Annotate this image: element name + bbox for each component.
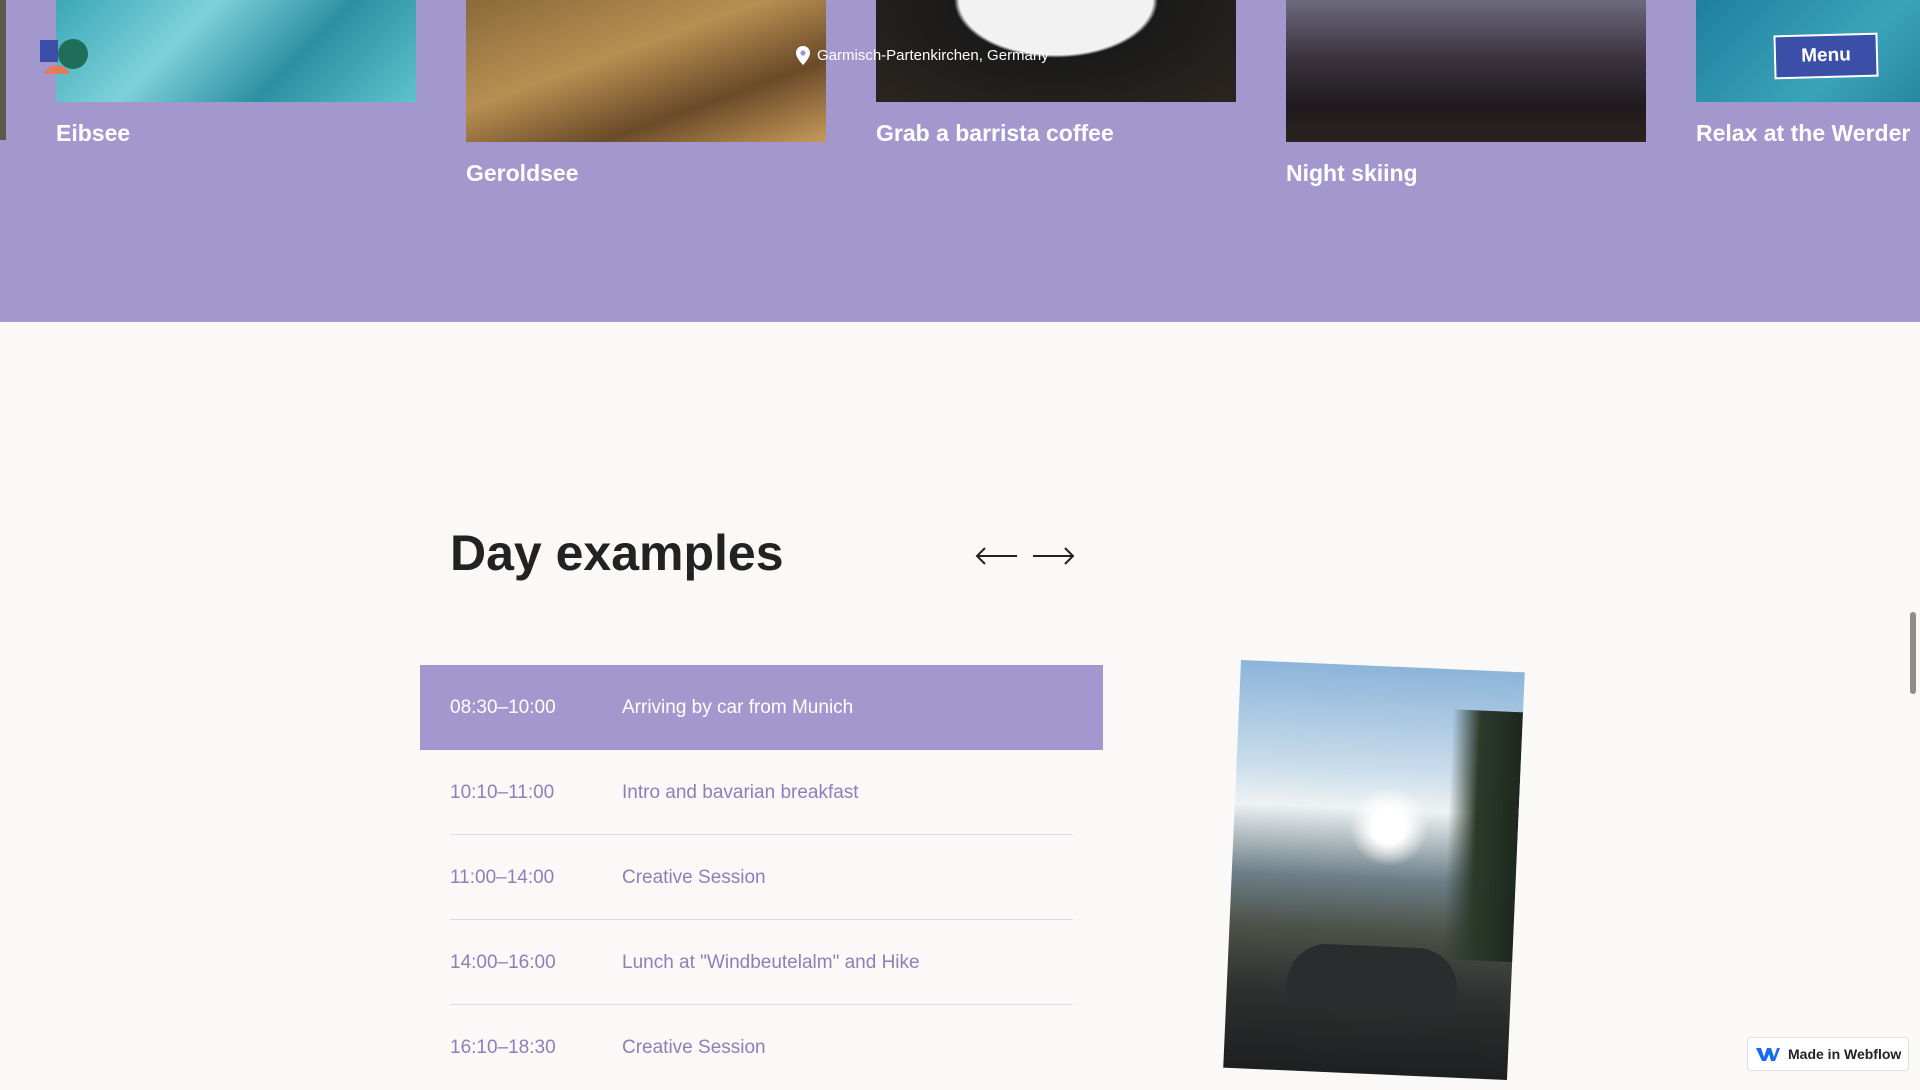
made-in-webflow-badge[interactable]: Made in Webflow bbox=[1747, 1037, 1909, 1071]
schedule-activity: Creative Session bbox=[622, 867, 766, 888]
arrow-right-icon[interactable] bbox=[1031, 541, 1077, 571]
arrow-left-icon[interactable] bbox=[973, 541, 1019, 571]
schedule-row[interactable]: 14:00–16:00 Lunch at "Windbeutelalm" and… bbox=[420, 920, 1103, 1005]
photo-car-dashboard bbox=[1285, 942, 1459, 1020]
schedule-row[interactable]: 11:00–14:00 Creative Session bbox=[420, 835, 1103, 920]
gallery-card-title: Grab a barrista coffee bbox=[876, 120, 1114, 146]
photo-sun bbox=[1347, 784, 1431, 869]
schedule-activity: Arriving by car from Munich bbox=[622, 697, 854, 718]
schedule-time: 11:00–14:00 bbox=[450, 867, 555, 888]
webflow-logo-icon bbox=[1756, 1048, 1780, 1061]
schedule-photo bbox=[1223, 660, 1525, 1080]
schedule-activity: Lunch at "Windbeutelalm" and Hike bbox=[622, 952, 920, 973]
menu-button[interactable]: Menu bbox=[1773, 32, 1879, 80]
gallery-image bbox=[56, 0, 416, 102]
schedule-row[interactable]: 16:10–18:30 Creative Session bbox=[420, 1005, 1103, 1090]
map-pin-icon bbox=[796, 46, 810, 65]
scrollbar-thumb[interactable] bbox=[1910, 612, 1916, 694]
photo-trees bbox=[1442, 709, 1524, 963]
schedule-time: 08:30–10:00 bbox=[450, 697, 556, 718]
schedule-row[interactable]: 10:10–11:00 Intro and bavarian breakfast bbox=[420, 750, 1103, 835]
gallery-card-partial bbox=[0, 0, 6, 140]
schedule-time: 14:00–16:00 bbox=[450, 952, 556, 973]
gallery-card-title: Geroldsee bbox=[466, 160, 579, 186]
location-indicator: Garmisch-Partenkirchen, Germany bbox=[796, 46, 1049, 65]
schedule-time: 16:10–18:30 bbox=[450, 1037, 556, 1058]
gallery-card-title: Night skiing bbox=[1286, 160, 1418, 186]
gallery-card-title: Eibsee bbox=[56, 120, 131, 146]
schedule-activity: Intro and bavarian breakfast bbox=[622, 782, 859, 803]
schedule-row[interactable]: 08:30–10:00 Arriving by car from Munich bbox=[420, 665, 1103, 750]
brand-logo[interactable] bbox=[40, 38, 94, 78]
location-text: Garmisch-Partenkirchen, Germany bbox=[817, 47, 1049, 64]
gallery-image bbox=[466, 0, 826, 142]
gallery-card-title: Relax at the Werder bbox=[1696, 120, 1911, 146]
section-heading: Day examples bbox=[450, 525, 784, 581]
webflow-badge-label: Made in Webflow bbox=[1788, 1046, 1902, 1062]
gallery-image bbox=[1286, 0, 1646, 142]
schedule-time: 10:10–11:00 bbox=[450, 782, 555, 803]
schedule-activity: Creative Session bbox=[622, 1037, 766, 1058]
schedule-list: 08:30–10:00 Arriving by car from Munich … bbox=[420, 665, 1103, 1090]
